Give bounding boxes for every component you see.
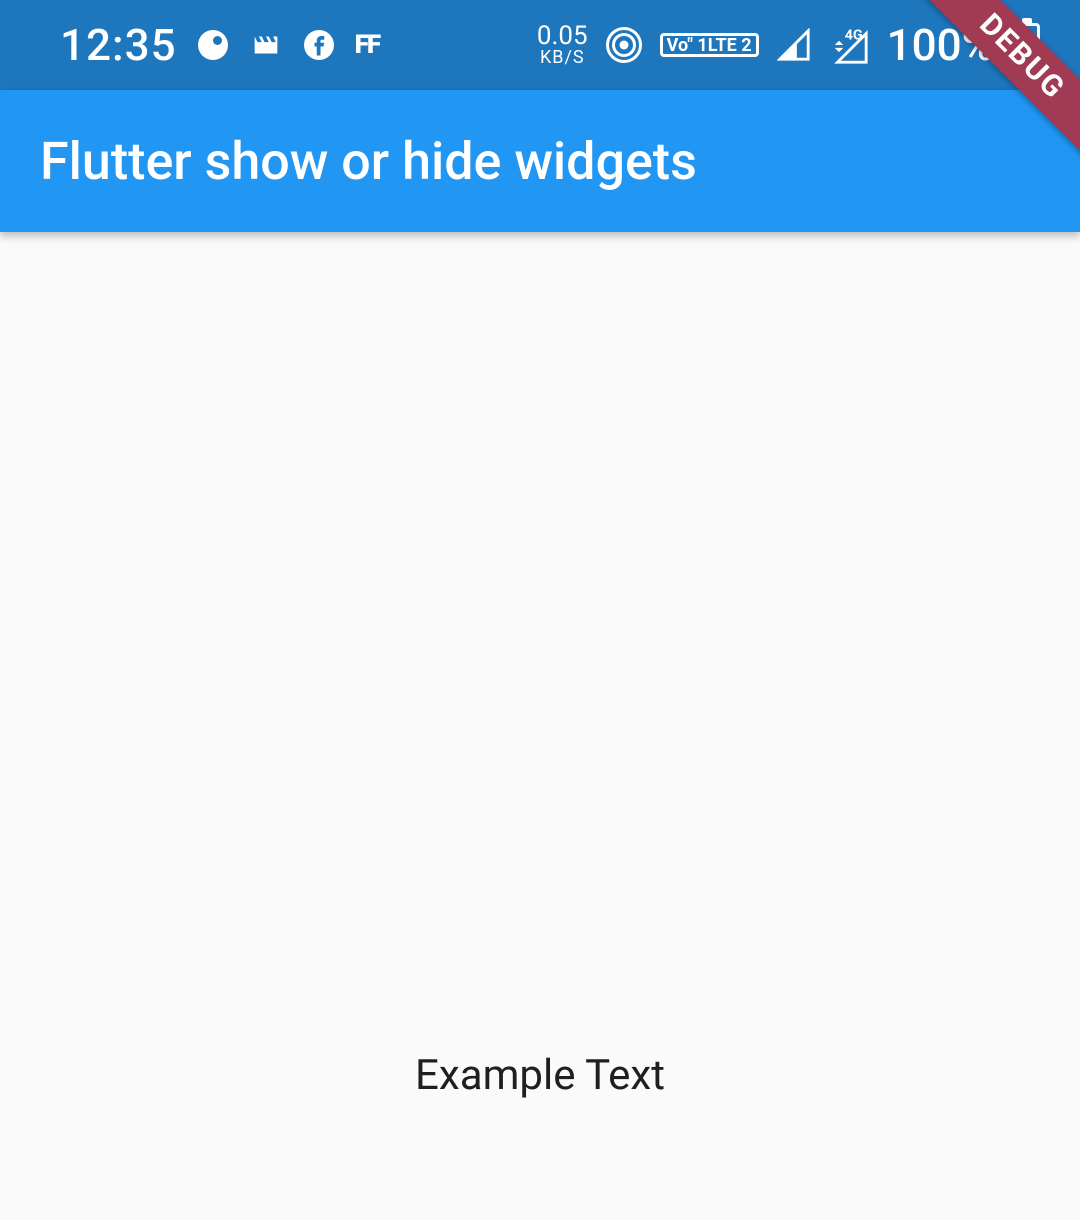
signal-sim1-icon <box>777 28 811 62</box>
volte-line-1: Vo" 1 <box>667 38 708 54</box>
notification-app-icon <box>195 27 231 63</box>
ff-icon: FF <box>355 30 379 60</box>
status-bar: 12:35 FF 0.05 KB/S Vo" 1 LTE 2 4G 100% <box>0 0 1080 90</box>
volte-icon: Vo" 1 LTE 2 <box>660 33 759 57</box>
app-bar: Flutter show or hide widgets <box>0 90 1080 232</box>
hotspot-icon <box>606 27 642 63</box>
status-time: 12:35 <box>60 19 177 71</box>
signal-sim2-icon: 4G <box>829 25 869 65</box>
example-text: Example Text <box>0 1051 1080 1100</box>
data-speed-indicator: 0.05 KB/S <box>537 23 588 67</box>
movie-icon <box>249 28 283 62</box>
volte-line-2: LTE 2 <box>708 38 752 54</box>
data-speed-value: 0.05 <box>537 23 588 49</box>
status-bar-left: 12:35 FF <box>60 19 379 71</box>
page-body: Example Text <box>0 232 1080 1220</box>
facebook-icon <box>301 27 337 63</box>
data-speed-unit: KB/S <box>540 49 585 67</box>
app-title: Flutter show or hide widgets <box>40 131 697 192</box>
